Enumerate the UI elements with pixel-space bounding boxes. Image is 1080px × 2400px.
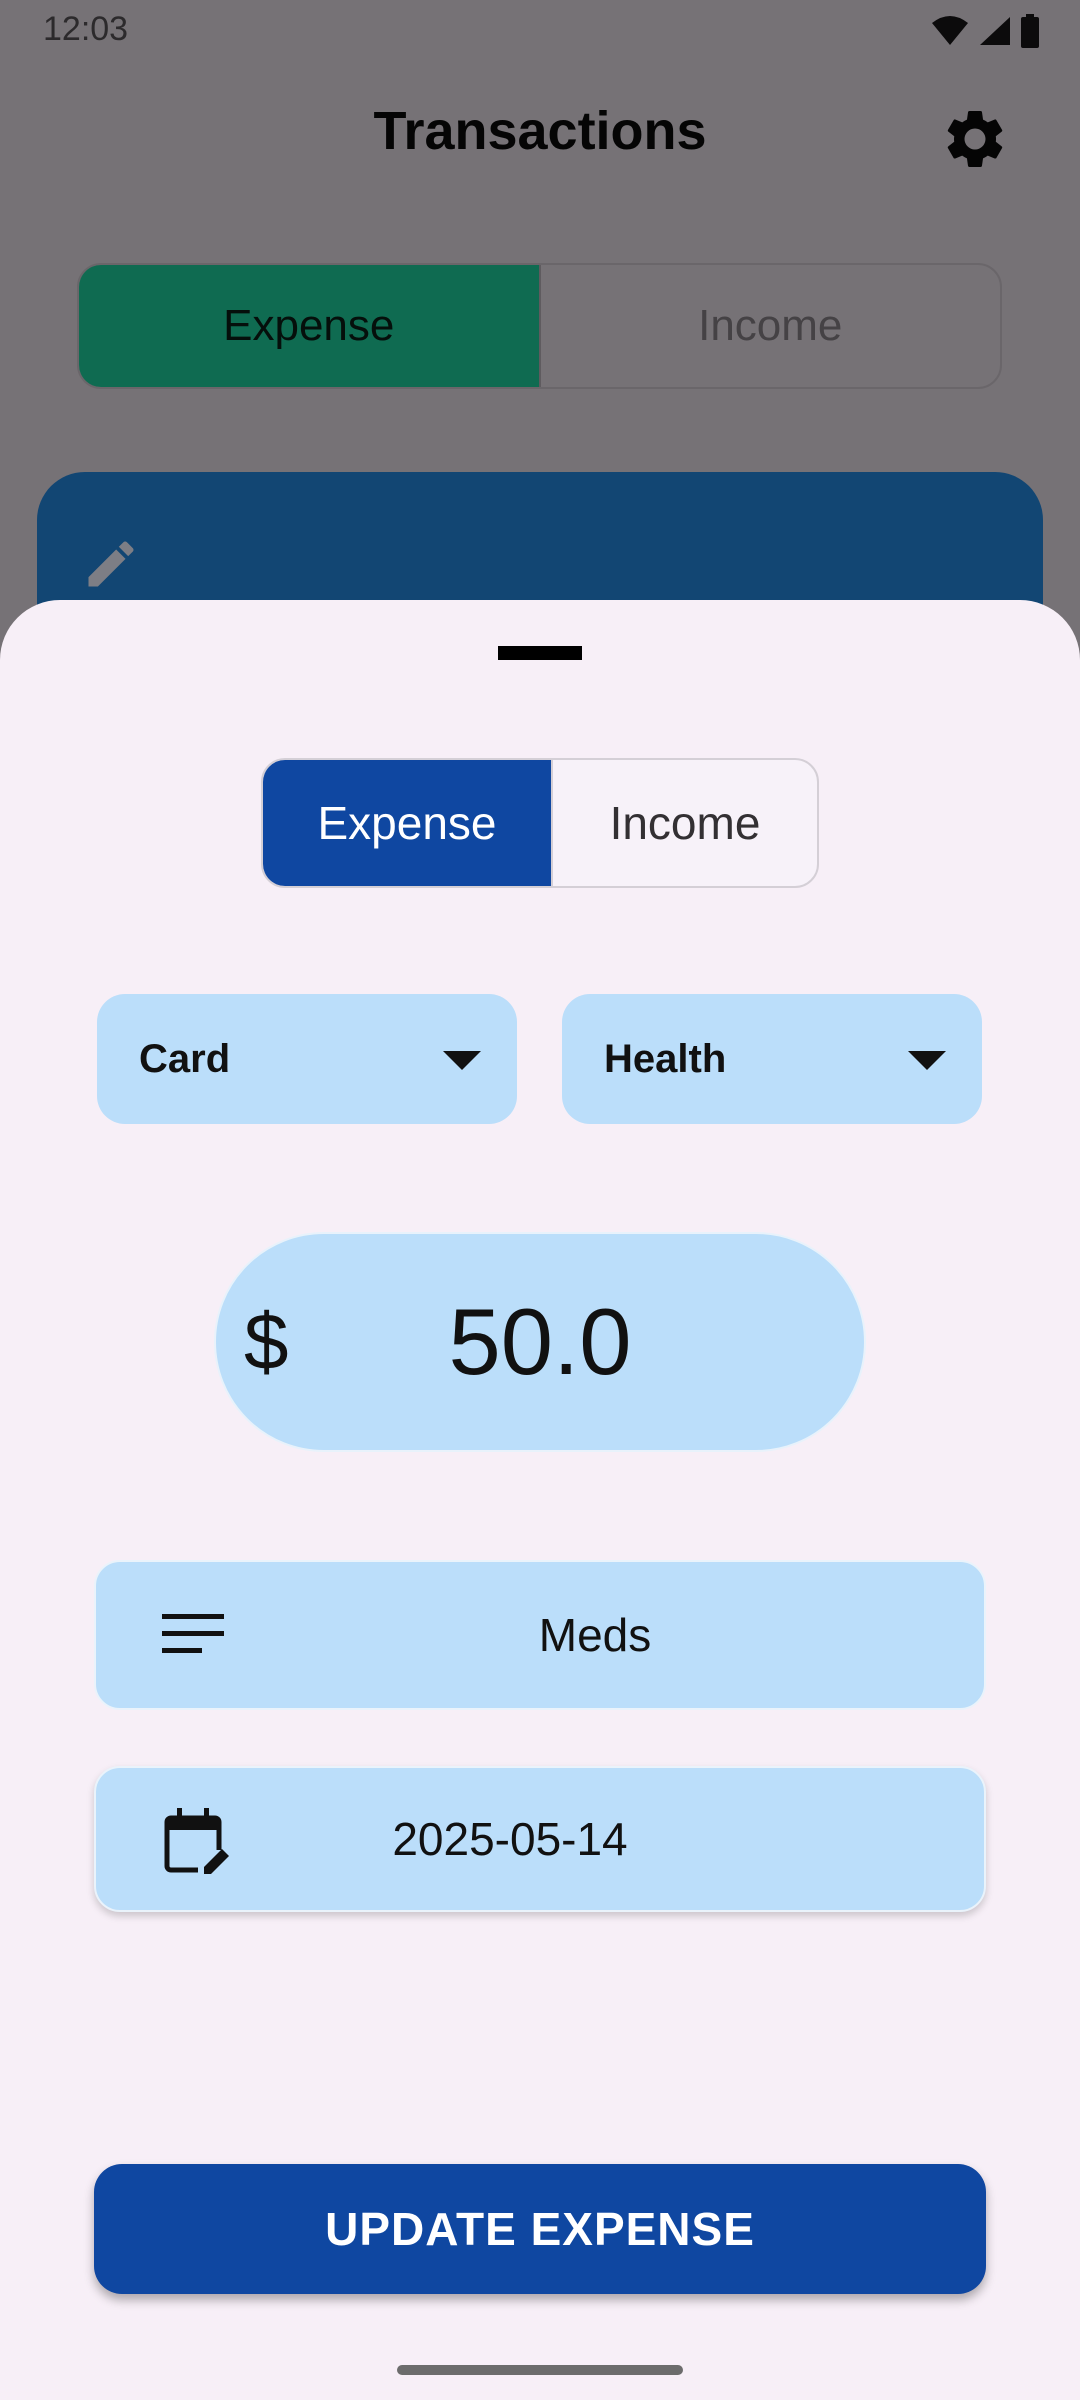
category-value: Health xyxy=(604,1037,727,1081)
transaction-type-tabs: Expense Income xyxy=(77,263,1002,389)
signal-icon xyxy=(980,17,1010,45)
tab-income[interactable]: Income xyxy=(541,265,1001,387)
tab-expense[interactable]: Expense xyxy=(79,265,541,387)
amount-input[interactable]: $ 50.0 xyxy=(214,1232,866,1452)
toggle-income[interactable]: Income xyxy=(551,760,817,886)
type-toggle: Expense Income xyxy=(261,758,819,888)
date-field[interactable]: 2025-05-14 xyxy=(94,1766,986,1912)
dropdown-arrow-icon xyxy=(443,1051,481,1070)
drag-handle[interactable] xyxy=(498,646,582,660)
note-field[interactable]: Meds xyxy=(94,1560,986,1710)
toggle-expense[interactable]: Expense xyxy=(263,760,551,886)
app-bar: Transactions xyxy=(0,80,1080,190)
update-expense-button[interactable]: UPDATE EXPENSE xyxy=(94,2164,986,2294)
settings-button[interactable] xyxy=(940,104,1010,174)
category-dropdown[interactable]: Health xyxy=(562,994,982,1124)
gear-icon xyxy=(947,110,1003,167)
amount-value: 50.0 xyxy=(448,1289,632,1394)
dropdown-arrow-icon xyxy=(908,1051,946,1070)
gesture-nav-bar[interactable] xyxy=(397,2365,683,2375)
date-value: 2025-05-14 xyxy=(392,1813,628,1865)
pencil-icon xyxy=(88,541,134,587)
wifi-icon xyxy=(932,16,968,45)
battery-icon xyxy=(1021,14,1039,48)
note-value: Meds xyxy=(538,1609,652,1661)
edit-transaction-sheet: Expense Income Card Health $ 50.0 Meds 2… xyxy=(0,600,1080,2400)
payment-method-value: Card xyxy=(139,1037,231,1081)
status-time: 12:03 xyxy=(43,10,129,48)
payment-method-dropdown[interactable]: Card xyxy=(97,994,517,1124)
status-bar: 12:03 xyxy=(0,0,1080,62)
page-title: Transactions xyxy=(373,101,707,161)
status-icons xyxy=(930,14,1040,48)
